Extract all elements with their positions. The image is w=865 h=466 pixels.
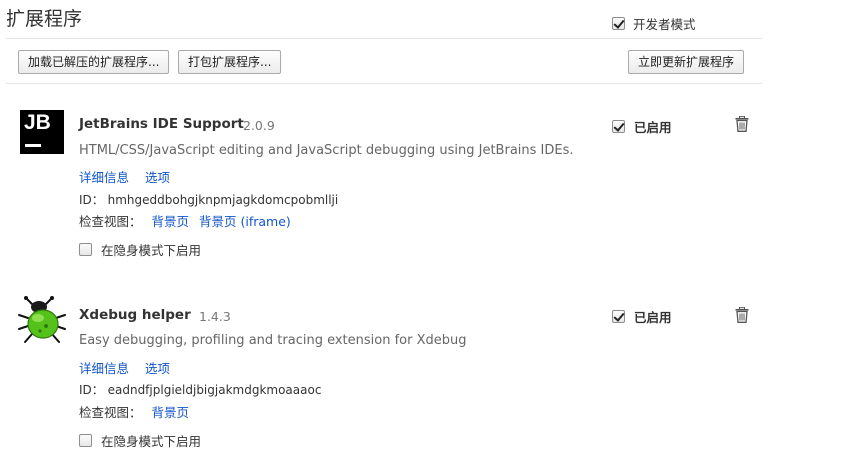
extension-id-label: ID： bbox=[79, 193, 104, 207]
toolbar-divider bbox=[6, 83, 762, 84]
extension-links: 详细信息 选项 bbox=[79, 358, 170, 377]
green-bug-icon bbox=[18, 296, 66, 343]
jetbrains-logo-icon: JB bbox=[20, 110, 64, 154]
enabled-label: 已启用 bbox=[634, 310, 672, 325]
extension-name: JetBrains IDE Support bbox=[79, 116, 244, 132]
extension-version: 1.4.3 bbox=[199, 309, 231, 324]
inspect-views: 检查视图： 背景页 bbox=[79, 402, 189, 421]
options-link[interactable]: 选项 bbox=[145, 361, 170, 376]
enabled-toggle[interactable]: 已启用 bbox=[612, 307, 672, 326]
incognito-label: 在隐身模式下启用 bbox=[101, 434, 202, 449]
extension-id-value: hmhgeddbohgjknpmjagkdomcpobmllji bbox=[107, 193, 339, 207]
incognito-label: 在隐身模式下启用 bbox=[101, 243, 202, 258]
developer-mode-checkbox[interactable] bbox=[612, 17, 625, 30]
extension-name: Xdebug helper bbox=[79, 307, 191, 323]
developer-mode-toggle[interactable]: 开发者模式 bbox=[612, 14, 696, 33]
extension-version: 2.0.9 bbox=[243, 118, 275, 133]
background-page-link[interactable]: 背景页 bbox=[152, 214, 190, 229]
background-page-link[interactable]: 背景页 bbox=[152, 405, 190, 420]
inspect-views-label: 检查视图： bbox=[79, 405, 142, 420]
trash-icon[interactable] bbox=[735, 307, 749, 323]
details-link[interactable]: 详细信息 bbox=[79, 361, 129, 376]
inspect-views: 检查视图： 背景页 背景页 (iframe) bbox=[79, 211, 291, 230]
enabled-label: 已启用 bbox=[634, 120, 672, 135]
enabled-checkbox[interactable] bbox=[612, 120, 625, 133]
inspect-views-label: 检查视图： bbox=[79, 214, 142, 229]
extension-id: ID： hmhgeddbohgjknpmjagkdomcpobmllji bbox=[79, 191, 338, 208]
enabled-toggle[interactable]: 已启用 bbox=[612, 117, 672, 136]
extension-id-value: eadndfjplgieldjbigjakmdgkmoaaaoc bbox=[107, 383, 322, 397]
options-link[interactable]: 选项 bbox=[145, 170, 170, 185]
background-page-iframe-link[interactable]: 背景页 (iframe) bbox=[199, 214, 291, 229]
incognito-toggle[interactable]: 在隐身模式下启用 bbox=[79, 240, 201, 259]
extension-id-label: ID： bbox=[79, 383, 104, 397]
extension-id: ID： eadndfjplgieldjbigjakmdgkmoaaaoc bbox=[79, 381, 321, 398]
enabled-checkbox[interactable] bbox=[612, 310, 625, 323]
header-divider bbox=[6, 38, 762, 39]
extension-links: 详细信息 选项 bbox=[79, 167, 170, 186]
incognito-toggle[interactable]: 在隐身模式下启用 bbox=[79, 431, 201, 450]
incognito-checkbox[interactable] bbox=[79, 243, 92, 256]
page-title: 扩展程序 bbox=[6, 8, 83, 30]
extension-description: HTML/CSS/JavaScript editing and JavaScri… bbox=[79, 143, 574, 158]
extension-description: Easy debugging, profiling and tracing ex… bbox=[79, 333, 467, 348]
details-link[interactable]: 详细信息 bbox=[79, 170, 129, 185]
load-unpacked-button[interactable]: 加载已解压的扩展程序... bbox=[18, 50, 170, 74]
pack-extension-button[interactable]: 打包扩展程序... bbox=[178, 50, 282, 74]
developer-mode-label: 开发者模式 bbox=[633, 17, 696, 32]
update-extensions-button[interactable]: 立即更新扩展程序 bbox=[628, 50, 745, 74]
incognito-checkbox[interactable] bbox=[79, 434, 92, 447]
trash-icon[interactable] bbox=[735, 116, 749, 132]
